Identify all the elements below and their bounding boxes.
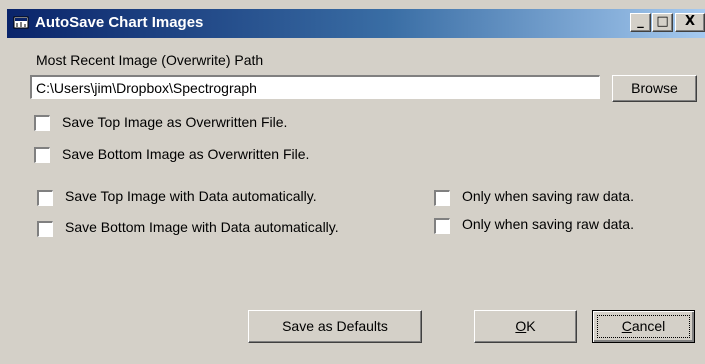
top-overwrite-label: Save Top Image as Overwritten File. — [62, 114, 288, 130]
ok-button[interactable]: OK — [474, 310, 577, 343]
bottom-raw-only-label: Only when saving raw data. — [462, 216, 634, 232]
path-label: Most Recent Image (Overwrite) Path — [36, 52, 264, 68]
maximize-button[interactable]: □ — [652, 13, 673, 32]
browse-label: Browse — [631, 80, 678, 96]
browse-button[interactable]: Browse — [612, 75, 697, 102]
bottom-overwrite-label: Save Bottom Image as Overwritten File. — [62, 146, 310, 162]
minimize-icon: _ — [637, 14, 644, 29]
close-button[interactable]: X — [675, 13, 705, 32]
bottom-auto-label: Save Bottom Image with Data automaticall… — [65, 219, 339, 235]
bottom-overwrite-checkbox[interactable] — [34, 147, 50, 163]
save-defaults-label: Save as Defaults — [282, 318, 388, 334]
window-title: AutoSave Chart Images — [35, 14, 204, 31]
top-raw-only-checkbox[interactable] — [434, 190, 450, 206]
autosave-dialog: AutoSave Chart Images _ □ X Most Recent … — [0, 0, 705, 364]
top-raw-only-label: Only when saving raw data. — [462, 188, 634, 204]
save-defaults-button[interactable]: Save as Defaults — [248, 310, 422, 343]
top-overwrite-checkbox[interactable] — [34, 115, 50, 131]
app-icon — [13, 16, 29, 29]
title-bar[interactable]: AutoSave Chart Images _ □ X — [7, 9, 705, 38]
top-auto-label: Save Top Image with Data automatically. — [65, 188, 317, 204]
minimize-button[interactable]: _ — [630, 13, 651, 32]
bottom-raw-only-checkbox[interactable] — [434, 218, 450, 234]
close-icon: X — [684, 14, 696, 29]
bottom-auto-checkbox[interactable] — [37, 221, 53, 237]
cancel-label: Cancel — [621, 318, 666, 334]
top-auto-checkbox[interactable] — [37, 190, 53, 206]
cancel-button[interactable]: Cancel — [592, 310, 695, 343]
path-input[interactable]: C:\Users\jim\Dropbox\Spectrograph — [30, 75, 600, 99]
maximize-icon: □ — [656, 14, 669, 29]
ok-label: OK — [515, 318, 536, 334]
